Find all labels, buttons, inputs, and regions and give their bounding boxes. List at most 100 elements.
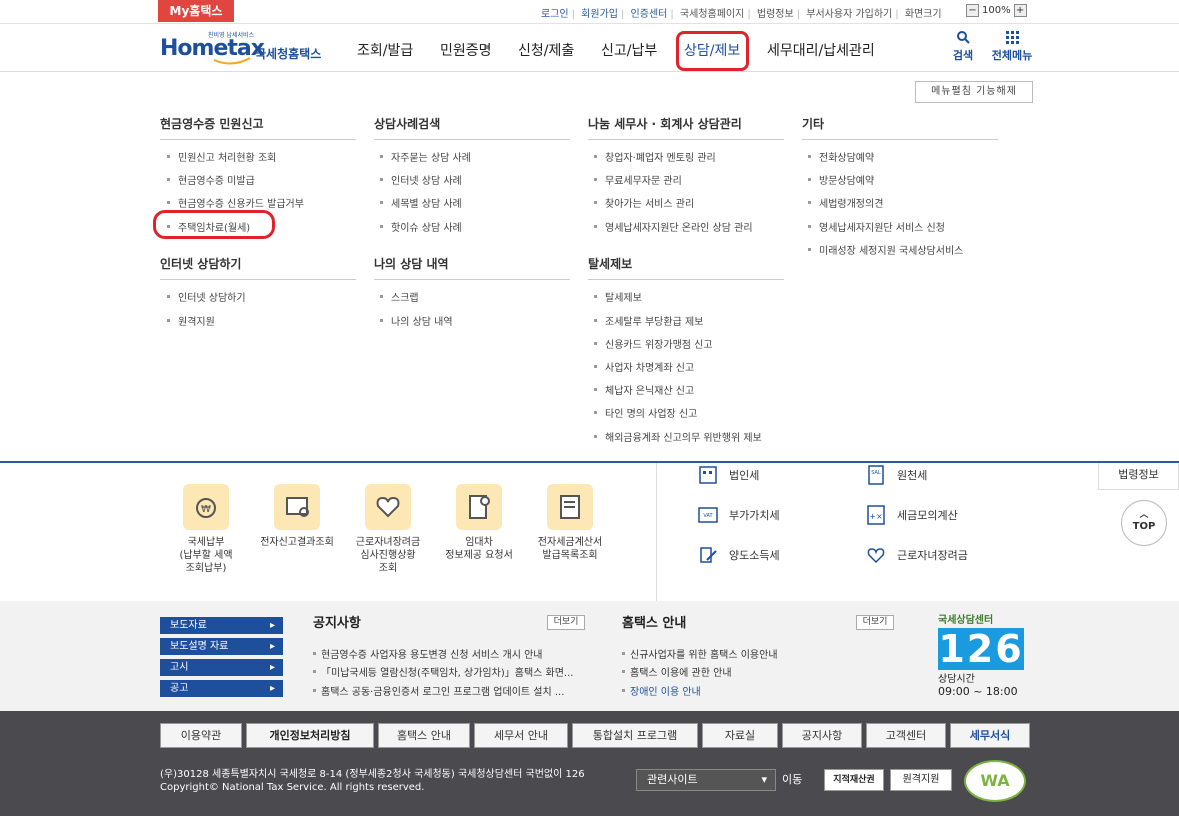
- col3-heading[interactable]: 나눔 세무사 · 회계사 상담관리: [588, 115, 784, 140]
- zoom-level: 100%: [982, 5, 1011, 16]
- notice-item[interactable]: 홈택스 공동·금융인증서 로그인 프로그램 업데이트 설치 ...: [311, 683, 564, 698]
- e-tax-invoice-icon: [547, 484, 593, 530]
- building-icon: [699, 466, 717, 484]
- menu-item[interactable]: 방문상담예약: [805, 172, 874, 187]
- col1-heading[interactable]: 현금영수증 민원신고: [160, 115, 356, 140]
- zoom-in-button[interactable]: +: [1013, 4, 1027, 17]
- guide-item[interactable]: 홈택스 이용에 관한 안내: [620, 664, 732, 679]
- footer-hometax-guide[interactable]: 홈택스 안내: [378, 723, 470, 748]
- announcement-button[interactable]: 공고: [160, 680, 283, 697]
- menu-item[interactable]: 전화상담예약: [805, 149, 874, 164]
- col2-heading2[interactable]: 나의 상담 내역: [374, 255, 570, 280]
- nts-homepage-link[interactable]: 국세청홈페이지: [677, 9, 747, 20]
- col2-heading[interactable]: 상담사례검색: [374, 115, 570, 140]
- notice-more-button[interactable]: 더보기: [547, 615, 585, 630]
- col4-heading[interactable]: 기타: [802, 115, 998, 140]
- tax-link-capital-gains[interactable]: 양도소득세: [697, 544, 780, 566]
- press-release-button[interactable]: 보도자료: [160, 617, 283, 634]
- menu-item[interactable]: 핫이슈 상담 사례: [377, 219, 462, 234]
- law-info-link[interactable]: 법령정보: [754, 9, 797, 20]
- footer-tax-forms[interactable]: 세무서식: [950, 723, 1030, 748]
- menu-item[interactable]: 미래성장 세정지원 국세상담서비스: [805, 242, 963, 257]
- menu-item[interactable]: 현금영수증 신용카드 발급거부: [164, 195, 304, 210]
- footer-library[interactable]: 자료실: [702, 723, 778, 748]
- footer-notice[interactable]: 공지사항: [782, 723, 862, 748]
- go-button[interactable]: 이동: [782, 769, 802, 791]
- item-highlight-annotation: [153, 210, 275, 239]
- tax-link-label: 원천세: [897, 469, 928, 482]
- guide-title: 홈택스 안내: [622, 616, 687, 631]
- signup-link[interactable]: 회원가입: [578, 9, 621, 20]
- gnb-civil-certificate[interactable]: 민원증명: [440, 40, 492, 60]
- menu-item[interactable]: 창업자·폐업자 멘토링 관리: [591, 149, 716, 164]
- col3-heading2[interactable]: 탈세제보: [588, 255, 784, 280]
- notice-item[interactable]: 「미납국세등 열람신청(주택임차, 상가임차)」홈택스 화면...: [311, 664, 573, 679]
- menu-item[interactable]: 스크랩: [377, 289, 419, 304]
- zoom-out-button[interactable]: −: [966, 4, 979, 17]
- menu-item[interactable]: 세법령개정의견: [805, 195, 883, 210]
- guide-item[interactable]: 장애인 이용 안내: [620, 683, 701, 698]
- tax-link-vat[interactable]: VAT 부가가치세: [697, 504, 780, 526]
- menu-item[interactable]: 세목별 상담 사례: [377, 195, 462, 210]
- menu-item[interactable]: 현금영수증 미발급: [164, 172, 255, 187]
- tax-link-corporate[interactable]: 법인세: [697, 464, 759, 486]
- menu-item[interactable]: 인터넷 상담하기: [164, 289, 246, 304]
- gnb-tax-agent[interactable]: 세무대리/납세관리: [767, 40, 875, 60]
- col1-heading2[interactable]: 인터넷 상담하기: [160, 255, 356, 280]
- press-explanation-button[interactable]: 보도설명 자료: [160, 638, 283, 655]
- quick-e-tax-invoice[interactable]: [547, 484, 593, 530]
- quick-lease-info-request[interactable]: [456, 484, 502, 530]
- notice-item[interactable]: 현금영수증 사업자용 용도변경 신청 서비스 개시 안내: [311, 646, 542, 661]
- footer-privacy[interactable]: 개인정보처리방침: [246, 723, 374, 748]
- menu-item[interactable]: 해외금융계좌 신고의무 위반행위 제보: [591, 429, 762, 444]
- remote-support-button[interactable]: 원격지원: [890, 769, 952, 791]
- gnb-report-pay[interactable]: 신고/납부: [601, 40, 657, 60]
- related-sites-select[interactable]: 관련사이트: [636, 769, 776, 791]
- quick-e-filing-result[interactable]: [274, 484, 320, 530]
- footer-install-program[interactable]: 통합설치 프로그램: [572, 723, 698, 748]
- law-info-tab[interactable]: 법령정보: [1098, 463, 1179, 490]
- menu-item[interactable]: 조세탈루 부당환급 제보: [591, 313, 703, 328]
- quick-tax-payment[interactable]: ₩: [183, 484, 229, 530]
- menu-item[interactable]: 타인 명의 사업장 신고: [591, 405, 697, 420]
- menu-item[interactable]: 찾아가는 서비스 관리: [591, 195, 694, 210]
- hometax-logo[interactable]: 친비영 납세서비스 Hometax 국세청홈택스: [160, 30, 330, 70]
- cert-center-link[interactable]: 인증센터: [628, 9, 671, 20]
- footer-tax-office[interactable]: 세무서 안내: [474, 723, 568, 748]
- tax-link-withholding[interactable]: SAL 원천세: [865, 464, 927, 486]
- guide-item[interactable]: 신규사업자를 위한 홈택스 이용안내: [620, 646, 778, 661]
- dept-user-signup-link[interactable]: 부서사용자 가입하기: [803, 9, 895, 20]
- footer-terms[interactable]: 이용약관: [160, 723, 242, 748]
- guide-more-button[interactable]: 더보기: [856, 615, 894, 630]
- menu-item[interactable]: 영세납세자지원단 온라인 상담 관리: [591, 219, 753, 234]
- menu-close-toggle[interactable]: 메뉴펼침 기능해제: [915, 81, 1033, 103]
- menu-item[interactable]: 나의 상담 내역: [377, 313, 453, 328]
- search-button[interactable]: 검색: [950, 30, 976, 63]
- footer-customer-center[interactable]: 고객센터: [866, 723, 946, 748]
- top-button[interactable]: ︿ TOP: [1121, 500, 1167, 546]
- menu-item[interactable]: 탈세제보: [591, 289, 642, 304]
- menu-item[interactable]: 사업자 차명계좌 신고: [591, 359, 694, 374]
- menu-item[interactable]: 무료세무자문 관리: [591, 172, 682, 187]
- tax-link-earned-income-credit[interactable]: 근로자녀장려금: [865, 544, 968, 566]
- notification-button[interactable]: 고시: [160, 659, 283, 676]
- menu-item[interactable]: 인터넷 상담 사례: [377, 172, 462, 187]
- gnb-inquiry-issue[interactable]: 조회/발급: [357, 40, 413, 60]
- menu-item[interactable]: 민원신고 처리현황 조회: [164, 149, 276, 164]
- menu-item[interactable]: 영세납세자지원단 서비스 신청: [805, 219, 945, 234]
- tax-link-simulation[interactable]: +× 세금모의계산: [865, 504, 958, 526]
- vertical-divider: [656, 463, 657, 601]
- consult-center-126[interactable]: 국세상담센터 126 상담시간 09:00 ~ 18:00: [938, 611, 1030, 703]
- calculator-icon: +×: [867, 505, 885, 525]
- center-label: 국세상담센터: [938, 615, 994, 626]
- my-hometax-button[interactable]: My홈택스: [158, 0, 234, 22]
- quick-earned-income-credit[interactable]: [365, 484, 411, 530]
- ip-rights-button[interactable]: 지적재산권: [824, 769, 884, 791]
- menu-item[interactable]: 신용카드 위장가맹점 신고: [591, 336, 713, 351]
- menu-item[interactable]: 체납자 은닉재산 신고: [591, 382, 694, 397]
- menu-item[interactable]: 자주묻는 상담 사례: [377, 149, 471, 164]
- gnb-apply-submit[interactable]: 신청/제출: [518, 40, 574, 60]
- menu-item[interactable]: 원격지원: [164, 313, 215, 328]
- all-menu-button[interactable]: 전체메뉴: [988, 30, 1036, 63]
- login-link[interactable]: 로그인: [538, 9, 572, 20]
